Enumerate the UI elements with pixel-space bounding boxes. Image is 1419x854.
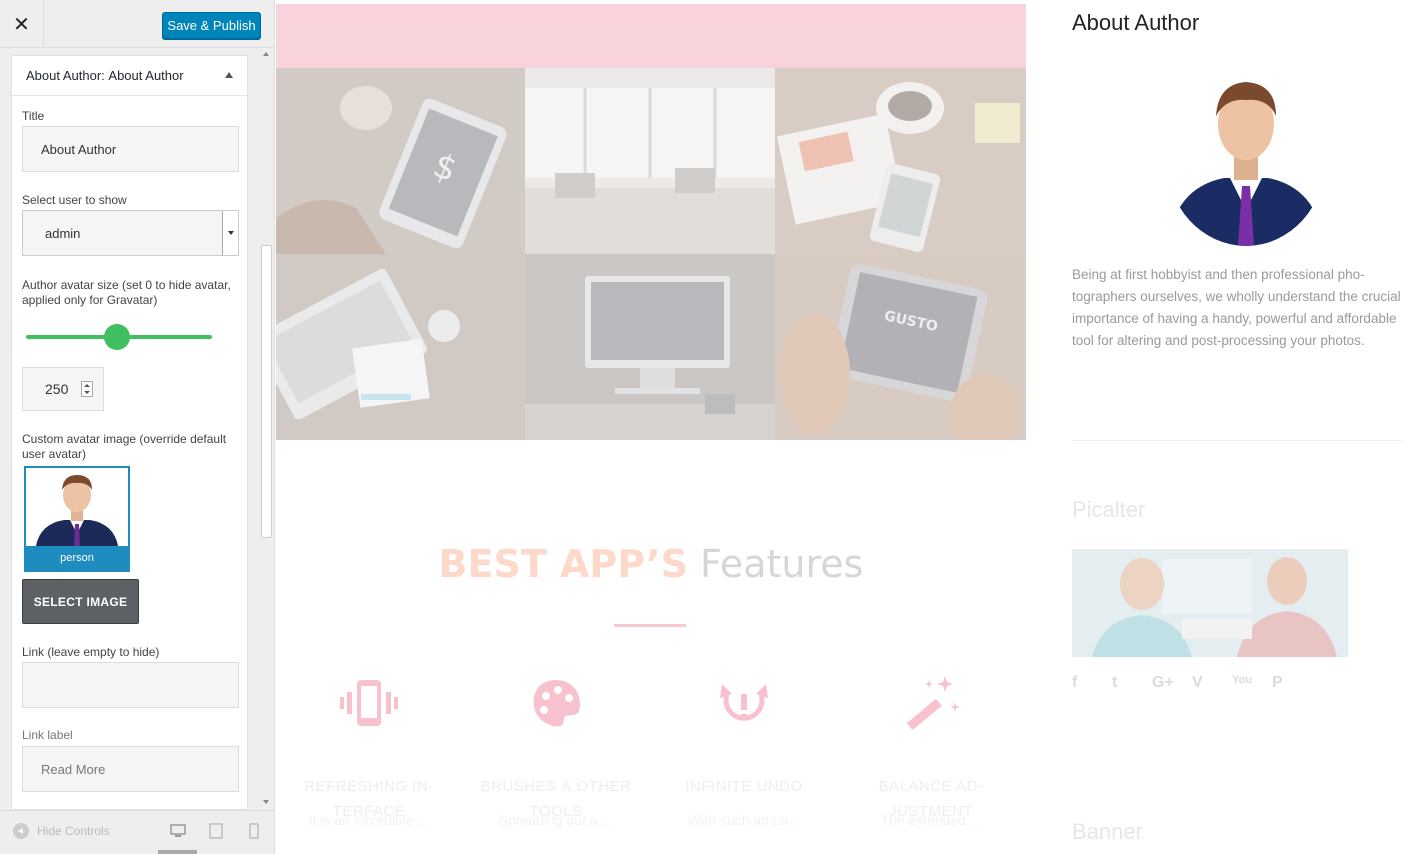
- tablet-icon[interactable]: [209, 823, 223, 839]
- link-label-field-label: Link label: [22, 728, 73, 742]
- gallery-tile-4[interactable]: [276, 254, 525, 440]
- link-field-label: Link (leave empty to hide): [22, 645, 160, 659]
- link-input[interactable]: [22, 662, 239, 708]
- features-heading: BEST APP’S Features: [276, 542, 1026, 586]
- features-heading-rest: Features: [700, 542, 864, 586]
- mobile-icon[interactable]: [249, 823, 259, 839]
- widget-settings-panel: About Author: About Author Title About A…: [11, 55, 248, 810]
- picalter-team-image: [1072, 549, 1348, 657]
- customizer-footer: Hide Controls: [0, 810, 274, 854]
- scrollbar-thumb[interactable]: [261, 245, 272, 538]
- gallery-tile-6[interactable]: GUSTO: [775, 254, 1026, 440]
- user-select-value: admin: [45, 225, 81, 241]
- sidebar-widgets: About Author Being at first hobbyist and…: [1072, 0, 1419, 854]
- portfolio-gallery: $ GUSTO: [276, 68, 1026, 440]
- avatar-size-slider-thumb[interactable]: [104, 324, 131, 350]
- header-banner-bar: [276, 4, 1026, 68]
- save-publish-button[interactable]: Save & Publish: [162, 12, 261, 39]
- palette-icon: [533, 680, 580, 727]
- imac-photo-image: [525, 254, 775, 440]
- phone-vibrate-icon: [340, 680, 398, 726]
- author-avatar: [1168, 70, 1324, 246]
- section-header-about-author[interactable]: About Author: About Author: [12, 56, 247, 96]
- active-device-indicator: [158, 850, 197, 854]
- link-label-input[interactable]: Read More: [22, 746, 239, 792]
- about-author-widget-title: About Author: [1072, 10, 1200, 35]
- customizer-header: ✕ Save & Publish: [0, 0, 274, 48]
- feature-desc: Spreading out a ...: [498, 812, 614, 828]
- gallery-tile-3[interactable]: [775, 68, 1026, 254]
- avatar-person-image: [26, 468, 128, 546]
- office-photo-image: [525, 68, 775, 254]
- widget-divider: [1072, 440, 1402, 441]
- author-bio-text: Being at first hobbyist and then profess…: [1072, 267, 1401, 348]
- title-input[interactable]: About Author: [22, 126, 239, 172]
- facebook-icon[interactable]: f: [1072, 674, 1112, 692]
- gallery-tile-2[interactable]: [525, 68, 775, 254]
- panel-scrollbar[interactable]: [258, 48, 274, 810]
- desktop-icon[interactable]: [170, 823, 186, 839]
- magic-wand-icon: [906, 676, 960, 731]
- heading-divider: [614, 624, 686, 627]
- feature-title: INFINITE UNDO: [685, 778, 803, 795]
- select-image-button[interactable]: SELECT IMAGE: [22, 579, 139, 624]
- features-heading-highlight: BEST APP’S: [438, 542, 688, 586]
- laptop-photo-image: [276, 254, 525, 440]
- avatar-size-label: Author avatar size (set 0 to hide avatar…: [22, 278, 231, 307]
- collapse-left-icon: [13, 823, 29, 839]
- vimeo-icon[interactable]: V: [1192, 674, 1232, 692]
- custom-avatar-label: Custom avatar image (override default us…: [22, 432, 227, 461]
- custom-avatar-thumbnail[interactable]: person: [24, 466, 130, 572]
- gallery-tile-1[interactable]: $: [276, 68, 525, 254]
- banner-widget-title: Banner: [1072, 819, 1143, 844]
- customizer-sidebar: ✕ Save & Publish About Author: About Aut…: [0, 0, 275, 854]
- undo-icon: [720, 684, 768, 721]
- avatar-size-value: 250: [45, 381, 69, 397]
- desk-photo-image: [775, 68, 1026, 254]
- hide-controls-button[interactable]: Hide Controls: [13, 823, 110, 839]
- social-links: f t G+ V You P: [1072, 674, 1312, 692]
- youtube-icon[interactable]: You: [1232, 674, 1272, 692]
- pinterest-icon[interactable]: P: [1272, 674, 1312, 692]
- feature-desc: It is an incredible ...: [308, 812, 430, 828]
- close-icon[interactable]: ✕: [0, 0, 44, 48]
- gallery-tile-5[interactable]: [525, 254, 775, 440]
- site-preview: $ GUSTO BEST APP’S Features REFRESHING I…: [276, 0, 1419, 854]
- feature-desc: The extended ...: [880, 812, 982, 828]
- user-select[interactable]: admin: [22, 210, 239, 256]
- hide-controls-label: Hide Controls: [37, 824, 110, 838]
- collapse-arrow-icon[interactable]: [225, 72, 233, 78]
- number-spinner-icon[interactable]: [81, 381, 93, 397]
- feature-desc: With such an un...: [687, 812, 801, 828]
- google-plus-icon[interactable]: G+: [1152, 674, 1192, 692]
- section-title-prefix: About Author:: [26, 68, 105, 83]
- tablet-photo-image: $: [276, 68, 525, 254]
- user-select-label: Select user to show: [22, 193, 127, 207]
- tablet-hands-photo-image: GUSTO: [775, 254, 1026, 440]
- avatar-filename: person: [26, 546, 128, 570]
- scroll-down-arrow-icon[interactable]: [263, 800, 269, 804]
- scroll-up-arrow-icon[interactable]: [263, 52, 269, 56]
- avatar-size-number-input[interactable]: 250: [22, 367, 104, 411]
- twitter-icon[interactable]: t: [1112, 674, 1152, 692]
- section-title-value: About Author: [108, 68, 184, 83]
- title-field-label: Title: [22, 109, 45, 123]
- chevron-down-icon[interactable]: [222, 211, 238, 255]
- picalter-widget-title: Picalter: [1072, 497, 1146, 522]
